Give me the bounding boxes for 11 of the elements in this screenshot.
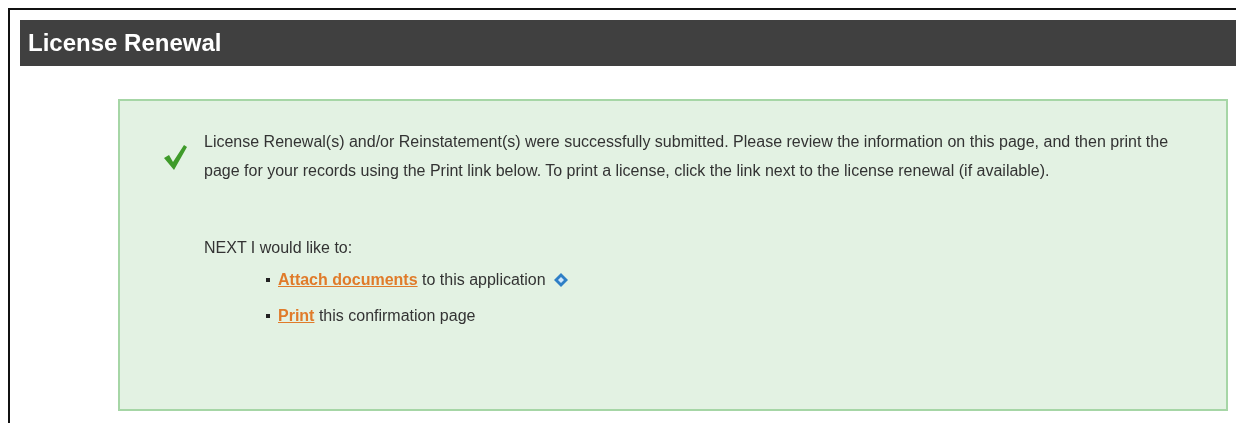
checkmark-icon (162, 143, 188, 171)
page-title: License Renewal (28, 29, 222, 56)
action-link[interactable]: Attach documents (278, 271, 418, 288)
next-label: NEXT I would like to: (204, 238, 354, 258)
bullet-icon (266, 314, 270, 318)
list-item-text: Attach documents to this application (278, 270, 546, 290)
diamond-icon[interactable] (553, 273, 568, 287)
action-link[interactable]: Print (278, 307, 315, 324)
list-item-text: Print this confirmation page (278, 306, 476, 326)
bullet-icon (266, 278, 270, 282)
success-message: License Renewal(s) and/or Reinstatement(s) were successfully submitted. Please review the information on this page, and then print the page for your records using the Print link below. To print a license, click the link next to the license renewal (if available). (204, 132, 1170, 181)
